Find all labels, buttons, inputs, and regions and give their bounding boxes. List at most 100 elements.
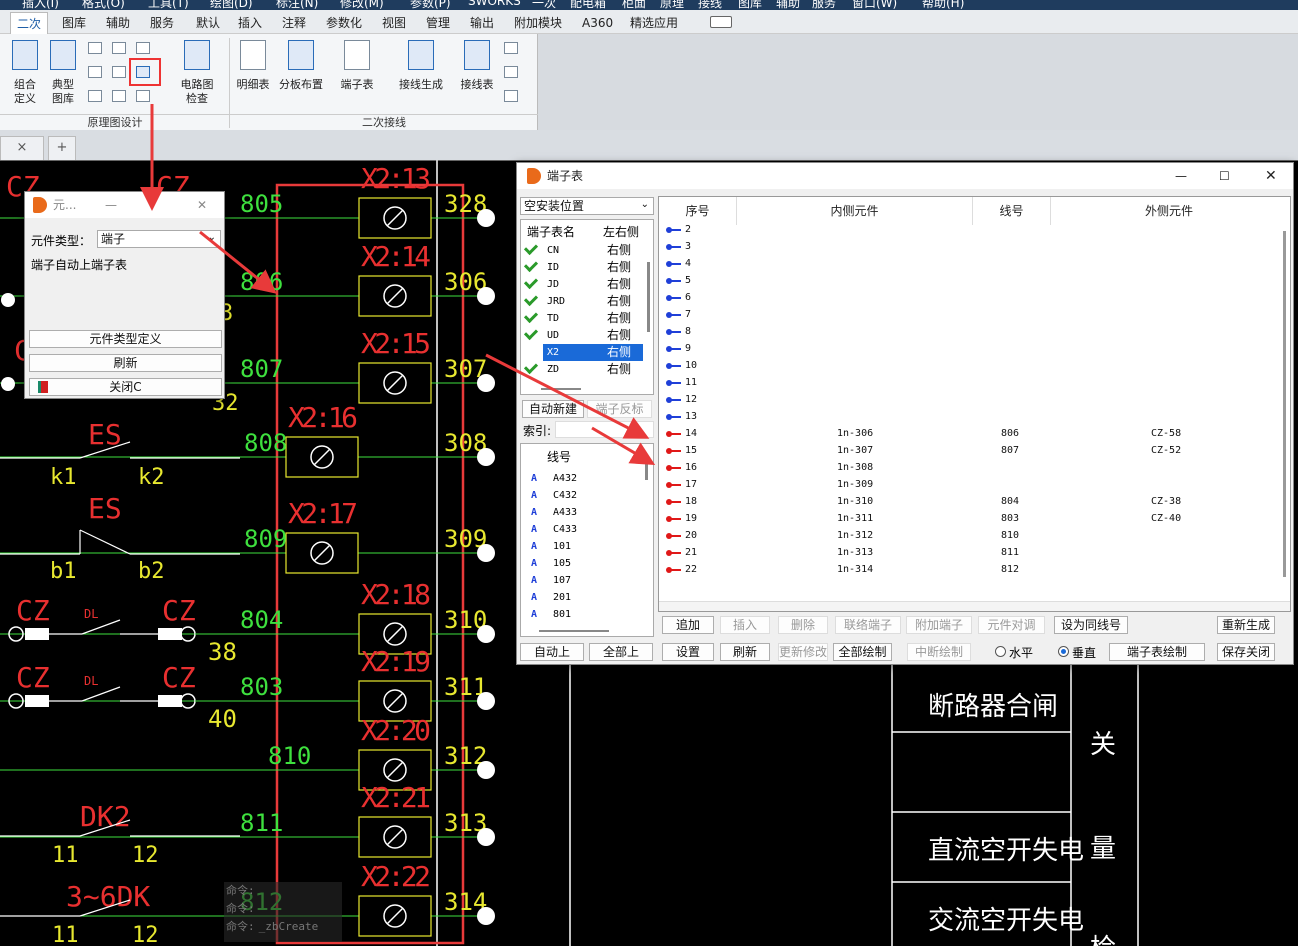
ribbon-button-wiring-generate[interactable]: 接线生成 xyxy=(394,38,448,112)
small-tool-icon[interactable] xyxy=(112,66,126,78)
ribbon-tab[interactable]: 参数化 xyxy=(326,12,362,34)
small-tool-icon[interactable] xyxy=(504,90,518,102)
ribbon-tab[interactable]: 二次 xyxy=(10,12,49,34)
dialog-action-button[interactable]: 保存关闭 xyxy=(1217,643,1275,661)
table-row[interactable]: 12 xyxy=(659,391,1279,408)
ribbon-tab[interactable]: 插入 xyxy=(238,12,262,34)
terminal-strip-item[interactable]: ZD 右侧 xyxy=(521,359,645,378)
all-up-button[interactable]: 全部上 xyxy=(589,643,653,661)
ribbon-tab[interactable]: 精选应用 xyxy=(630,12,678,34)
menu-item[interactable]: 柜面 xyxy=(622,0,646,10)
menu-item[interactable]: 辅助 xyxy=(776,0,800,10)
small-tool-icon[interactable] xyxy=(504,66,518,78)
ribbon-button-combo-define[interactable]: 组合 定义 xyxy=(6,38,44,112)
menu-item[interactable]: 配电箱 xyxy=(570,0,606,10)
terminal-strip-item[interactable]: UD 右侧 xyxy=(521,325,645,344)
table-row[interactable]: 10 xyxy=(659,357,1279,374)
small-tool-icon[interactable] xyxy=(88,66,102,78)
wire-item[interactable]: A C433 xyxy=(521,521,641,538)
scrollbar[interactable] xyxy=(1283,231,1286,577)
close-icon[interactable]: × xyxy=(17,140,28,155)
table-row[interactable]: 6 xyxy=(659,289,1279,306)
wire-number-list[interactable]: 线号 A A432 A C432 A A433 A C433 A 101 A 105 A 107 A 201 A… xyxy=(520,443,654,637)
table-row[interactable]: 17 1n-309 xyxy=(659,476,1279,493)
menu-item[interactable]: 工具(T) xyxy=(148,0,189,10)
small-tool-icon[interactable] xyxy=(112,90,126,102)
terminal-strip-list[interactable]: 端子表名 左右侧 CN 右侧 ID 右侧 JD 右侧 JRD 右侧 TD 右侧 UD 右侧 X2 右侧 ZD… xyxy=(520,219,654,395)
terminal-strip-item[interactable]: X2 右侧 xyxy=(521,344,645,361)
wire-item[interactable]: A A433 xyxy=(521,504,641,521)
menu-item[interactable]: 格式(O) xyxy=(82,0,125,10)
ribbon-tab[interactable]: 服务 xyxy=(150,12,174,34)
small-tool-icon[interactable] xyxy=(88,90,102,102)
terminal-strip-item[interactable]: ID 右侧 xyxy=(521,257,645,276)
vertical-radio[interactable] xyxy=(1058,646,1069,657)
ribbon-tab[interactable]: 默认 xyxy=(196,12,220,34)
auto-new-button[interactable]: 自动新建 xyxy=(522,400,584,418)
command-line[interactable]: 命令: 命令: 命令: _zbCreate xyxy=(224,882,342,942)
terminal-strip-item[interactable]: TD 右侧 xyxy=(521,308,645,327)
table-row[interactable]: 11 xyxy=(659,374,1279,391)
component-type-select[interactable]: 端子 ⌄ xyxy=(97,230,221,248)
ribbon-tab[interactable]: 辅助 xyxy=(106,12,130,34)
ribbon-tab[interactable]: 注释 xyxy=(282,12,306,34)
grid-action-button[interactable]: 追加 xyxy=(662,616,714,634)
menu-item[interactable]: 原理 xyxy=(660,0,684,10)
ribbon-button-wiring-table[interactable]: 接线表 xyxy=(456,38,498,112)
menu-item[interactable]: 图库 xyxy=(738,0,762,10)
refresh-button[interactable]: 刷新 xyxy=(29,354,222,372)
terminal-strip-item[interactable]: CN 右侧 xyxy=(521,240,645,259)
table-row[interactable]: 9 xyxy=(659,340,1279,357)
minimize-button[interactable]: — xyxy=(105,192,117,218)
wire-item[interactable]: A 101 xyxy=(521,538,641,555)
menu-item[interactable]: 插入(I) xyxy=(22,0,59,10)
ribbon-options-icon[interactable] xyxy=(710,16,732,28)
dialog-action-button[interactable]: 设置 xyxy=(662,643,714,661)
ribbon-tab[interactable]: 管理 xyxy=(426,12,450,34)
wire-item[interactable]: A 201 xyxy=(521,589,641,606)
ribbon-tab[interactable]: 输出 xyxy=(470,12,494,34)
auto-up-button[interactable]: 自动上 xyxy=(520,643,584,661)
ribbon-button-bom[interactable]: 明细表 xyxy=(234,38,272,112)
index-input[interactable] xyxy=(555,421,654,438)
grid-action-button[interactable]: 删除 xyxy=(778,616,828,634)
table-row[interactable]: 16 1n-308 xyxy=(659,459,1279,476)
menu-item[interactable]: 一次 xyxy=(532,0,556,10)
table-row[interactable]: 8 xyxy=(659,323,1279,340)
maximize-button[interactable]: ☐ xyxy=(1219,163,1230,189)
grid-action-button[interactable]: 设为同线号 xyxy=(1054,616,1128,634)
ribbon-button-terminal-table[interactable]: 端子表 xyxy=(336,38,378,112)
ribbon-tab[interactable]: 图库 xyxy=(62,12,86,34)
menu-item[interactable]: 接线 xyxy=(698,0,722,10)
small-tool-icon[interactable] xyxy=(112,42,126,54)
scrollbar[interactable] xyxy=(539,630,609,632)
dialog-action-button[interactable]: 端子表绘制 xyxy=(1109,643,1205,661)
menu-item[interactable]: SWORKS xyxy=(468,0,521,8)
menu-item[interactable]: 绘图(D) xyxy=(210,0,253,10)
grid-action-button[interactable]: 联络端子 xyxy=(835,616,901,634)
menu-item[interactable]: 帮助(H) xyxy=(922,0,964,10)
wire-item[interactable]: A 801 xyxy=(521,606,641,623)
minimize-button[interactable]: — xyxy=(1175,163,1187,189)
grid-action-button[interactable]: 附加端子 xyxy=(906,616,972,634)
menu-item[interactable]: 服务 xyxy=(812,0,836,10)
define-type-button[interactable]: 元件类型定义 xyxy=(29,330,222,348)
grid-action-button[interactable]: 插入 xyxy=(720,616,770,634)
table-row[interactable]: 2 xyxy=(659,221,1279,238)
close-button[interactable]: ✕ xyxy=(1265,163,1277,189)
terminal-strip-item[interactable]: JD 右侧 xyxy=(521,274,645,293)
reverse-label-button[interactable]: 端子反标 xyxy=(587,400,652,418)
table-row[interactable]: 15 1n-307 807 CZ-52 xyxy=(659,442,1279,459)
small-tool-icon[interactable] xyxy=(504,42,518,54)
table-row[interactable]: 22 1n-314 812 xyxy=(659,561,1279,578)
table-row[interactable]: 13 xyxy=(659,408,1279,425)
table-row[interactable]: 19 1n-311 803 CZ-40 xyxy=(659,510,1279,527)
scrollbar[interactable] xyxy=(659,601,1290,611)
ribbon-button-circuit-check[interactable]: 电路图 检查 xyxy=(174,38,220,112)
wire-item[interactable]: A 105 xyxy=(521,555,641,572)
terminal-grid[interactable]: 序号 内侧元件 线号 外侧元件 2 3 4 5 6 7 8 9 10 11 12 13 14 1n-306… xyxy=(658,196,1291,612)
table-row[interactable]: 7 xyxy=(659,306,1279,323)
ribbon-tab[interactable]: A360 xyxy=(582,12,613,34)
scrollbar[interactable] xyxy=(647,262,650,332)
menu-item[interactable]: 标注(N) xyxy=(276,0,318,10)
